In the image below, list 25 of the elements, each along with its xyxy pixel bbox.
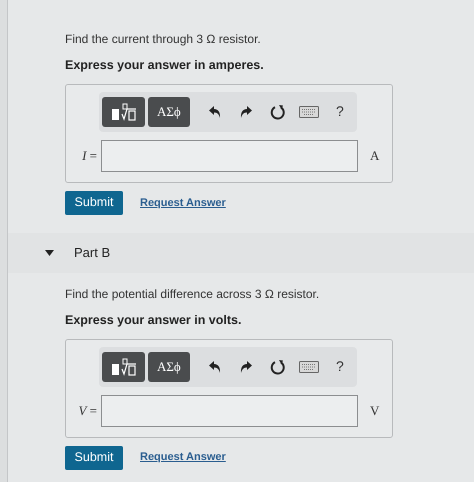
request-answer-link[interactable]: Request Answer: [140, 194, 226, 211]
fraction-root-icon: [110, 102, 137, 121]
variable-label: V =: [77, 402, 98, 420]
submit-button[interactable]: Submit: [65, 446, 123, 470]
instruction-text: Express your answer in amperes.: [65, 57, 265, 74]
symbols-button[interactable]: ΑΣϕ: [148, 96, 190, 127]
part-header[interactable]: Part B: [8, 232, 474, 273]
variable-label: I =: [81, 147, 98, 165]
answer-input-field[interactable]: [101, 140, 358, 172]
help-button[interactable]: ?: [326, 352, 354, 380]
collapse-triangle-icon[interactable]: [44, 250, 54, 256]
answer-input-field[interactable]: [101, 394, 358, 426]
symbols-button[interactable]: ΑΣϕ: [148, 352, 190, 382]
instruction-text: Express your answer in volts.: [65, 312, 242, 329]
question-text: Find the potential difference across 3 Ω resistor.: [65, 286, 320, 303]
question-text: Find the current through 3 Ω resistor.: [65, 31, 262, 48]
template-button[interactable]: [102, 96, 146, 127]
template-button[interactable]: [102, 352, 146, 382]
request-answer-link[interactable]: Request Answer: [140, 449, 226, 466]
part-title: Part B: [74, 244, 110, 262]
submit-button[interactable]: Submit: [65, 190, 123, 215]
unit-label: V: [370, 402, 380, 420]
unit-label: A: [370, 147, 380, 165]
fraction-root-icon: [110, 358, 137, 376]
help-button[interactable]: ?: [326, 98, 354, 126]
